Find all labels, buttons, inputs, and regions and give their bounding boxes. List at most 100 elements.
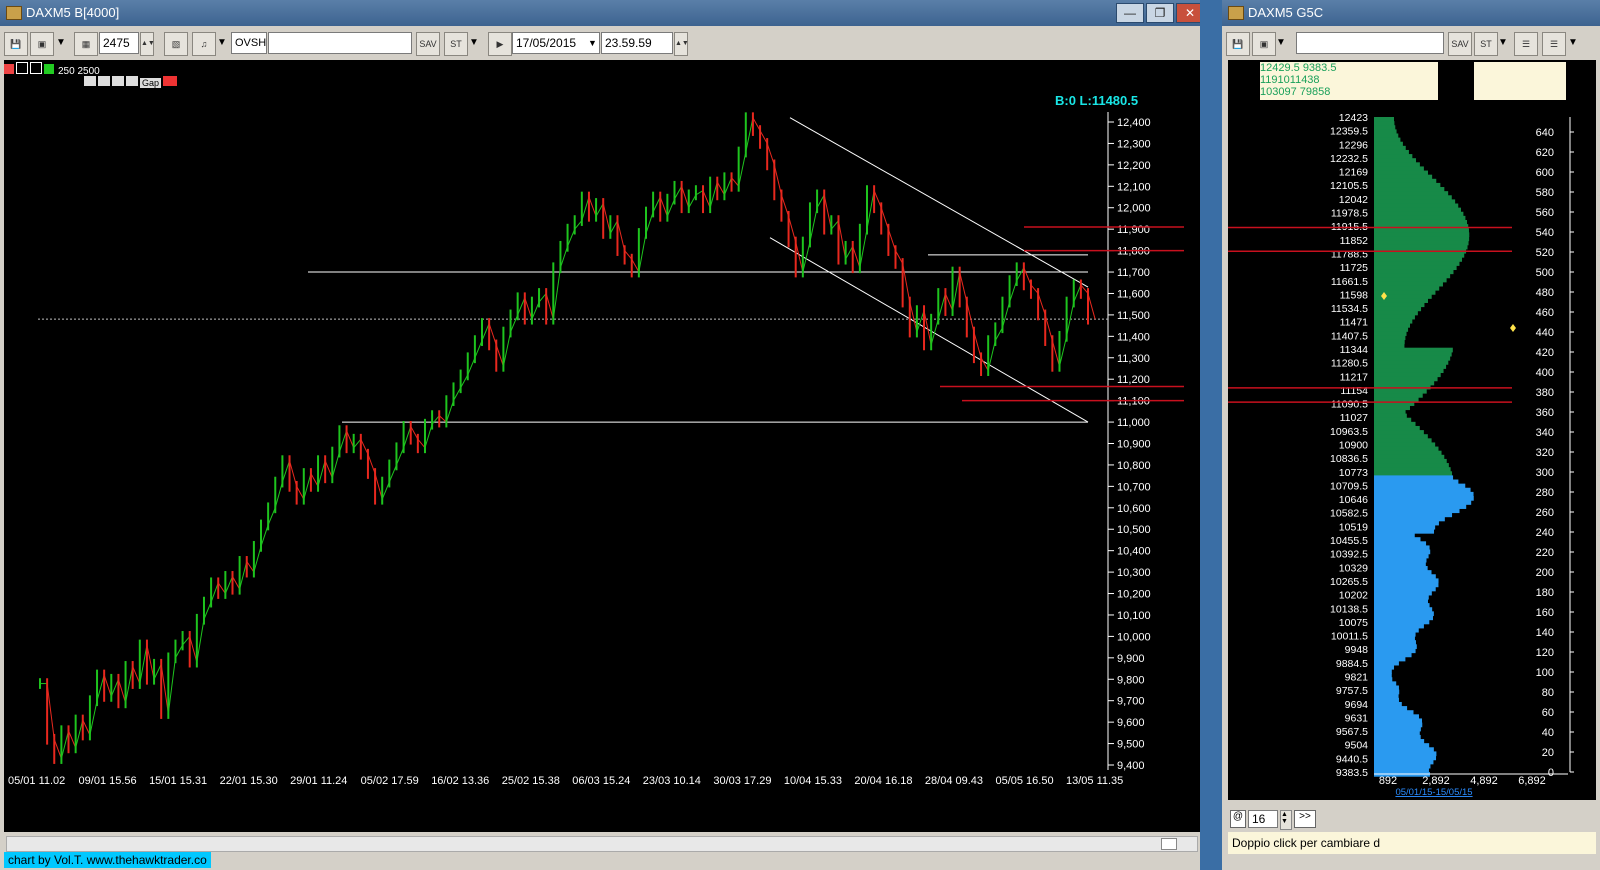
price-segment (631, 258, 640, 273)
price-segment (210, 582, 219, 603)
window-splitter[interactable] (1200, 0, 1222, 870)
profile-bar (1374, 767, 1429, 773)
chevron-down-icon[interactable]: ▼ (1498, 32, 1510, 54)
price-segment (153, 664, 162, 680)
price-segment (417, 438, 426, 449)
chevron-down-icon[interactable]: ▼ (217, 32, 229, 54)
credit-label: chart by Vol.T. www.thehawktrader.co (4, 852, 211, 868)
profile-toolbar: 💾 ▣ ▼ SAV ST ▼ ☰ ☰ ▼ (1222, 28, 1600, 58)
price-segment (909, 301, 918, 333)
price-segment (125, 666, 134, 703)
profile-price-label: 9694 (1345, 699, 1369, 711)
next-button[interactable]: >> (1294, 810, 1316, 828)
price-segment (274, 481, 283, 508)
profile-bar (1374, 327, 1409, 332)
profile-bar (1374, 339, 1405, 345)
price-segment (281, 460, 290, 483)
profile-bar (1374, 557, 1427, 563)
hint-label: Doppio click per cambiare d (1228, 832, 1596, 854)
chevron-down-icon[interactable]: ▼ (1276, 32, 1288, 54)
chevron-down-icon[interactable]: ▼ (56, 32, 68, 54)
chart-type-icon[interactable]: ▣ (30, 32, 54, 56)
ticks-input[interactable]: 16 (1248, 810, 1278, 828)
chevron-down-icon[interactable]: ▼ (588, 32, 598, 54)
price-segment (866, 190, 875, 230)
count-tick-label: 160 (1536, 607, 1554, 619)
profile-window-titlebar[interactable]: DAXM5 G5C (1222, 0, 1600, 26)
profile-price-label: 10202 (1339, 590, 1368, 602)
profile-bar (1374, 302, 1425, 308)
count-tick-label: 460 (1536, 307, 1554, 319)
profile-bar (1374, 718, 1423, 724)
study-params-field[interactable] (268, 32, 412, 54)
count-tick-label: 520 (1536, 247, 1554, 259)
sound-icon[interactable]: ♫ (192, 32, 216, 56)
price-segment (495, 344, 504, 367)
profile-bar (1374, 504, 1467, 509)
x-tick-label: 25/02 15.38 (502, 775, 560, 787)
price-segment (723, 177, 732, 196)
indicator-icon[interactable]: ▧ (164, 32, 188, 56)
ticks-stepper[interactable]: ▲ ▼ (1280, 810, 1292, 830)
time-stepper[interactable]: ▲▼ (674, 32, 689, 56)
profile-bar (1374, 607, 1433, 612)
chart-type-icon[interactable]: ▣ (1252, 32, 1276, 56)
style-template-icon[interactable]: ST (1474, 32, 1498, 56)
chevron-down-icon[interactable]: ▼ (1568, 32, 1580, 54)
app-icon (6, 6, 22, 20)
profile-bar (1374, 656, 1406, 662)
price-segment (1058, 336, 1068, 367)
count-tick-label: 0 (1548, 767, 1554, 779)
save-icon[interactable]: 💾 (4, 32, 28, 56)
x-tick-label: 20/04 16.18 (854, 775, 912, 787)
scroll-thumb[interactable] (1161, 838, 1177, 850)
price-segment (310, 473, 319, 487)
price-chart-svg: 12,400 12,300 12,200 12,100 12,000 11,900 11,8… (8, 112, 1184, 787)
restore-button[interactable]: ❐ (1146, 3, 1174, 23)
price-segment (695, 190, 704, 196)
save-template-icon[interactable]: SAV (416, 32, 440, 56)
price-segment (82, 719, 91, 736)
profile-bar (1374, 219, 1468, 225)
at-icon[interactable]: @ (1230, 810, 1246, 828)
profile-bar (1374, 178, 1437, 184)
price-segment (224, 576, 233, 594)
chart-window-titlebar[interactable]: DAXM5 B[4000] — ❐ ✕ (0, 0, 1212, 26)
y-tick-label: 9,500 (1117, 739, 1145, 751)
profile-bar (1374, 199, 1456, 205)
save-template-icon[interactable]: SAV (1448, 32, 1472, 56)
price-segment (360, 438, 369, 455)
y-tick-label: 12,200 (1117, 160, 1151, 172)
price-segment (823, 194, 832, 230)
price-segment (830, 220, 839, 230)
profile-bar (1374, 570, 1432, 575)
profile-bar (1374, 689, 1400, 695)
save-icon[interactable]: 💾 (1226, 32, 1250, 56)
horizontal-scrollbar[interactable] (6, 836, 1198, 852)
x-tick-label: 10/04 15.33 (784, 775, 842, 787)
profile-price-label: 11090.5 (1331, 399, 1368, 411)
calculator-icon[interactable]: ▦ (74, 32, 98, 56)
play-icon[interactable]: ▶ (488, 32, 512, 56)
price-segment (659, 196, 668, 217)
volume-profile-chart[interactable]: 12429.5 9383.5 1191011438 103097 79858 1… (1228, 60, 1596, 800)
price-segment (752, 117, 761, 131)
profile-bar (1374, 318, 1413, 324)
columns-icon[interactable]: ☰ (1542, 32, 1566, 56)
chevron-down-icon[interactable]: ▼ (469, 32, 481, 54)
bars-count-input[interactable]: 2475 (99, 32, 139, 54)
study-name-field[interactable]: OVSH (231, 32, 267, 54)
profile-bar (1374, 603, 1430, 608)
x-tick-label: 16/02 13.36 (431, 775, 489, 787)
price-segment (146, 644, 155, 680)
price-chart[interactable]: 250 2500 Gap B:0 L:11480.5 12,400 12,300 1… (4, 60, 1200, 832)
style-template-icon[interactable]: ST (444, 32, 468, 56)
columns-icon[interactable]: ☰ (1514, 32, 1538, 56)
price-segment (952, 271, 961, 311)
profile-params-field[interactable] (1296, 32, 1444, 54)
date-picker[interactable]: 17/05/2015 (512, 32, 600, 54)
bars-stepper[interactable]: ▲▼ (140, 32, 155, 56)
time-input[interactable]: 23.59.59 (601, 32, 673, 54)
minimize-button[interactable]: — (1116, 3, 1144, 23)
count-tick-label: 60 (1542, 707, 1554, 719)
